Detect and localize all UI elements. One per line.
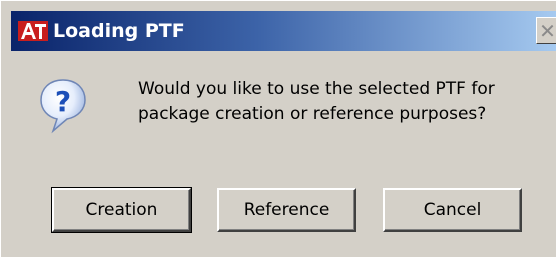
dialog-window: Loading PTF ✕ ? Would you like to use th…	[0, 0, 556, 257]
title-bar[interactable]: Loading PTF ✕	[11, 11, 556, 51]
close-icon: ✕	[539, 18, 556, 43]
dialog-title: Loading PTF	[53, 20, 185, 42]
cancel-button[interactable]: Cancel	[383, 188, 522, 232]
message-line: Would you like to use the selected PTF f…	[138, 79, 495, 99]
question-icon: ?	[40, 79, 86, 134]
creation-button[interactable]: Creation	[51, 187, 192, 233]
att-logo-icon	[18, 21, 48, 41]
dialog-message: Would you like to use the selected PTF f…	[138, 77, 553, 127]
close-button[interactable]: ✕	[536, 17, 556, 44]
reference-button[interactable]: Reference	[217, 188, 356, 232]
message-line: package creation or reference purposes?	[138, 104, 487, 124]
svg-text:?: ?	[55, 85, 71, 118]
